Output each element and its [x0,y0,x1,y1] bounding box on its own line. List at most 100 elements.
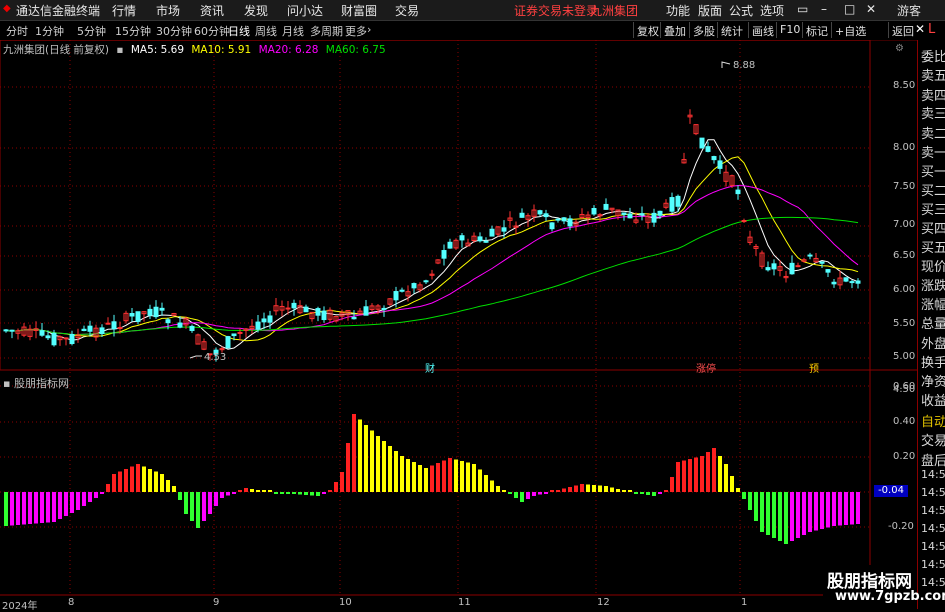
menu-layout[interactable]: 版面 [698,2,722,19]
close-panel-icon[interactable]: ✕ [915,22,925,36]
limit-up-badge[interactable]: 涨停 [696,360,716,375]
maximize-icon[interactable]: □ [844,2,855,16]
indicator-bar [28,492,32,524]
candle-body [447,241,453,249]
menu-discover[interactable]: 发现 [244,2,268,19]
side-panel-item: 外盘 [921,337,945,352]
mark-button[interactable]: 标记 [802,22,831,38]
candle-body [765,267,771,271]
indicator-bar [496,486,500,492]
indicator-tick: 0.40 [893,416,916,427]
menu-wealth[interactable]: 财富圈 [341,2,377,19]
candle-body [549,222,555,230]
indicator-bar [658,492,662,494]
indicator-bar [286,492,290,494]
adjust-button[interactable]: 复权 [633,22,662,38]
indicator-bar [742,492,746,499]
period-multi[interactable]: 多周期 [310,23,343,39]
menu-options[interactable]: 选项 [760,2,784,19]
indicator-bar [736,488,740,492]
menu-market[interactable]: 市场 [156,2,180,19]
side-icon[interactable]: L [928,22,935,37]
date-label: 12 [597,597,610,608]
indicator-bar [352,414,356,492]
menu-quotes[interactable]: 行情 [112,2,136,19]
indicator-bar [808,492,812,532]
indicator-bar [772,492,776,538]
menu-ask[interactable]: 问小达 [287,2,323,19]
indicator-bar [118,471,122,492]
candle-body [771,263,777,270]
indicator-bar [274,492,278,494]
overlay-button[interactable]: 叠加 [660,22,689,38]
indicator-square-icon: ▪ [3,377,11,390]
minimize-icon[interactable]: – [821,2,827,16]
statistics-button[interactable]: 统计 [717,22,746,38]
period-more[interactable]: 更多 [345,23,367,39]
period-weekly[interactable]: 周线 [255,23,277,39]
candle-body [63,337,69,340]
candle-body [501,227,507,232]
menu-function[interactable]: 功能 [666,2,690,19]
indicator-bar [262,490,266,492]
indicator-bar [700,456,704,492]
period-1min[interactable]: 1分钟 [35,23,64,39]
indicator-bar [406,459,410,492]
side-panel-item: 卖一 [921,146,945,161]
date-label: 8 [68,597,75,608]
forecast-badge[interactable]: 预 [809,360,819,375]
indicator-bar [856,492,860,524]
chevron-right-icon[interactable]: › [367,23,371,36]
settings-gear-icon[interactable]: ⚙ [895,43,904,54]
indicator-bar [88,492,92,502]
message-icon[interactable]: ▭ [797,2,808,16]
candle-body [135,311,141,322]
indicator-bar [448,458,452,492]
candle-body [45,335,51,339]
candle-body [315,308,321,316]
finance-badge[interactable]: 财 [425,360,435,375]
indicator-bar [676,462,680,492]
candle-body [225,336,231,349]
candle-body [111,321,117,330]
indicator-bar [364,425,368,492]
indicator-bar [328,490,332,492]
indicator-bar [682,460,686,492]
candle-body [177,322,183,328]
indicator-bar [82,492,86,506]
indicator-bar [226,492,230,496]
close-icon[interactable]: ✕ [866,2,876,16]
indicator-bar [616,489,620,492]
period-5min[interactable]: 5分钟 [77,23,106,39]
menu-formula[interactable]: 公式 [729,2,753,19]
period-60min[interactable]: 60分钟 [194,23,230,39]
indicator-bar [106,484,110,492]
multi-stock-button[interactable]: 多股 [689,22,718,38]
menubar: ◆ 通达信金融终端 行情 市场 资讯 发现 问小达 财富圈 交易 证券交易未登录… [0,0,945,21]
indicator-bar [10,492,14,526]
period-timeline[interactable]: 分时 [6,23,28,39]
f10-button[interactable]: F10 [776,22,803,38]
indicator-bar [418,465,422,492]
indicator-bar [796,492,800,538]
period-daily[interactable]: 日线 [228,23,250,39]
date-label: 1 [741,597,748,608]
back-button[interactable]: 返回 [888,22,917,38]
drawing-button[interactable]: 画线 [748,22,777,38]
period-30min[interactable]: 30分钟 [156,23,192,39]
guest-user[interactable]: 游客 [897,2,921,19]
add-favorite-button[interactable]: +自选 [831,22,869,38]
indicator-bar [628,490,632,492]
indicator-bar [190,492,194,521]
candle-body [87,325,93,332]
side-panel-item[interactable]: 自动 [921,411,945,430]
menu-news[interactable]: 资讯 [200,2,224,19]
menu-trade[interactable]: 交易 [395,2,419,19]
kline-chart[interactable] [0,40,917,609]
indicator-bar [214,492,218,506]
period-15min[interactable]: 15分钟 [115,23,151,39]
period-monthly[interactable]: 月线 [282,23,304,39]
candle-body [261,318,267,323]
login-status[interactable]: 证券交易未登录 [514,2,598,19]
indicator-bar [340,472,344,492]
